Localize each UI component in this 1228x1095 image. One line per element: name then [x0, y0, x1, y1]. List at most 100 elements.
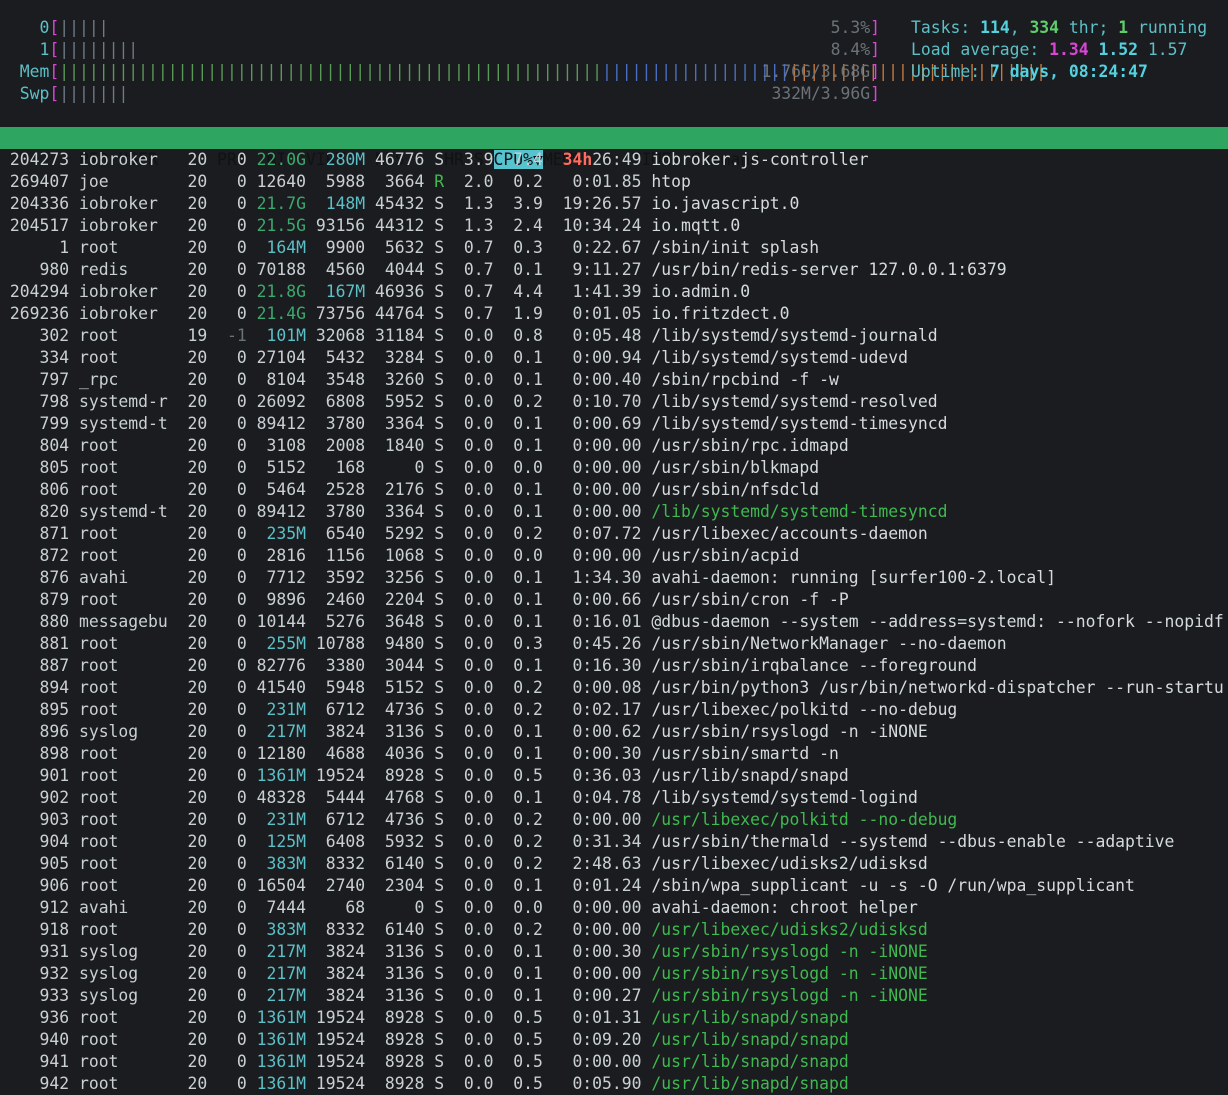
- process-row[interactable]: 894 root 20 0 41540 5948 5152 S 0.0 0.2 …: [0, 677, 1228, 699]
- virt: 255M: [256, 634, 316, 653]
- res: 32068: [315, 326, 376, 345]
- state: S: [434, 282, 455, 301]
- process-row[interactable]: 887 root 20 0 82776 3380 3044 S 0.0 0.1 …: [0, 655, 1228, 677]
- pid: 880: [0, 612, 79, 631]
- process-row[interactable]: 204273 iobroker 20 0 22.0G 280M 46776 S …: [0, 149, 1228, 171]
- priority: 20: [177, 832, 218, 851]
- priority: 20: [177, 590, 218, 609]
- virt: 21.8G: [256, 282, 316, 301]
- pid: 887: [0, 656, 79, 675]
- process-row[interactable]: 880 messagebu 20 0 10144 5276 3648 S 0.0…: [0, 611, 1228, 633]
- shr: 6140: [375, 920, 435, 939]
- state: S: [434, 810, 455, 829]
- pid: 871: [0, 524, 79, 543]
- nice: 0: [217, 634, 257, 653]
- process-row[interactable]: 876 avahi 20 0 7712 3592 3256 S 0.0 0.1 …: [0, 567, 1228, 589]
- process-row[interactable]: 799 systemd-t 20 0 89412 3780 3364 S 0.0…: [0, 413, 1228, 435]
- process-row[interactable]: 204517 iobroker 20 0 21.5G 93156 44312 S…: [0, 215, 1228, 237]
- process-row[interactable]: 1 root 20 0 164M 9900 5632 S 0.7 0.3 0:2…: [0, 237, 1228, 259]
- process-row[interactable]: 903 root 20 0 231M 6712 4736 S 0.0 0.2 0…: [0, 809, 1228, 831]
- time: 0:16.01: [552, 612, 652, 631]
- shr: 31184: [375, 326, 435, 345]
- state: S: [434, 634, 455, 653]
- command: /usr/bin/python3 /usr/bin/networkd-dispa…: [651, 678, 1224, 697]
- process-row[interactable]: 806 root 20 0 5464 2528 2176 S 0.0 0.1 0…: [0, 479, 1228, 501]
- mem-percent: 0.0: [503, 546, 553, 565]
- time: 0:00.00: [552, 480, 652, 499]
- command: /usr/sbin/rpc.idmapd: [651, 436, 849, 455]
- process-row[interactable]: 905 root 20 0 383M 8332 6140 S 0.0 0.2 2…: [0, 853, 1228, 875]
- time: 0:16.30: [552, 656, 652, 675]
- process-row[interactable]: 901 root 20 0 1361M 19524 8928 S 0.0 0.5…: [0, 765, 1228, 787]
- nice: -1: [217, 326, 257, 345]
- command: /usr/sbin/irqbalance --foreground: [651, 656, 978, 675]
- process-row[interactable]: 936 root 20 0 1361M 19524 8928 S 0.0 0.5…: [0, 1007, 1228, 1029]
- process-row[interactable]: 871 root 20 0 235M 6540 5292 S 0.0 0.2 0…: [0, 523, 1228, 545]
- cpu-percent: 0.7: [454, 238, 504, 257]
- mem-percent: 0.1: [503, 502, 553, 521]
- process-row[interactable]: 881 root 20 0 255M 10788 9480 S 0.0 0.3 …: [0, 633, 1228, 655]
- virt: 217M: [256, 942, 316, 961]
- shr: 4736: [375, 810, 435, 829]
- mem-percent: 0.1: [503, 612, 553, 631]
- process-row[interactable]: 797 _rpc 20 0 8104 3548 3260 S 0.0 0.1 0…: [0, 369, 1228, 391]
- shr: 8928: [375, 1074, 435, 1093]
- state: S: [434, 876, 455, 895]
- process-row[interactable]: 904 root 20 0 125M 6408 5932 S 0.0 0.2 0…: [0, 831, 1228, 853]
- process-row[interactable]: 898 root 20 0 12180 4688 4036 S 0.0 0.1 …: [0, 743, 1228, 765]
- shr: 3136: [375, 964, 435, 983]
- state: S: [434, 194, 455, 213]
- pid: 269236: [0, 304, 79, 323]
- process-row[interactable]: 798 systemd-r 20 0 26092 6808 5952 S 0.0…: [0, 391, 1228, 413]
- process-row[interactable]: 933 syslog 20 0 217M 3824 3136 S 0.0 0.1…: [0, 985, 1228, 1007]
- process-row[interactable]: 804 root 20 0 3108 2008 1840 S 0.0 0.1 0…: [0, 435, 1228, 457]
- state: S: [434, 964, 455, 983]
- cpu-percent: 0.0: [454, 876, 504, 895]
- process-row[interactable]: 902 root 20 0 48328 5444 4768 S 0.0 0.1 …: [0, 787, 1228, 809]
- process-row[interactable]: 932 syslog 20 0 217M 3824 3136 S 0.0 0.1…: [0, 963, 1228, 985]
- command: htop: [651, 172, 691, 191]
- process-row[interactable]: 906 root 20 0 16504 2740 2304 S 0.0 0.1 …: [0, 875, 1228, 897]
- virt: 3108: [256, 436, 316, 455]
- process-row[interactable]: 912 avahi 20 0 7444 68 0 S 0.0 0.0 0:00.…: [0, 897, 1228, 919]
- process-row[interactable]: 805 root 20 0 5152 168 0 S 0.0 0.0 0:00.…: [0, 457, 1228, 479]
- load-line: Load average: 1.34 1.52 1.57: [911, 39, 1187, 61]
- process-row[interactable]: 269236 iobroker 20 0 21.4G 73756 44764 S…: [0, 303, 1228, 325]
- time: 0:05.90: [552, 1074, 652, 1093]
- pid: 881: [0, 634, 79, 653]
- cpu-percent: 0.0: [454, 546, 504, 565]
- process-row[interactable]: 820 systemd-t 20 0 89412 3780 3364 S 0.0…: [0, 501, 1228, 523]
- process-row[interactable]: 334 root 20 0 27104 5432 3284 S 0.0 0.1 …: [0, 347, 1228, 369]
- command: io.admin.0: [651, 282, 751, 301]
- priority: 20: [177, 722, 218, 741]
- user: joe: [78, 172, 178, 191]
- process-row[interactable]: 942 root 20 0 1361M 19524 8928 S 0.0 0.5…: [0, 1073, 1228, 1095]
- process-row[interactable]: 269407 joe 20 0 12640 5988 3664 R 2.0 0.…: [0, 171, 1228, 193]
- state: S: [434, 216, 455, 235]
- process-row[interactable]: 872 root 20 0 2816 1156 1068 S 0.0 0.0 0…: [0, 545, 1228, 567]
- process-row[interactable]: 940 root 20 0 1361M 19524 8928 S 0.0 0.5…: [0, 1029, 1228, 1051]
- process-row[interactable]: 302 root 19 -1 101M 32068 31184 S 0.0 0.…: [0, 325, 1228, 347]
- process-row[interactable]: 895 root 20 0 231M 6712 4736 S 0.0 0.2 0…: [0, 699, 1228, 721]
- mem-percent: 0.1: [503, 788, 553, 807]
- process-row[interactable]: 931 syslog 20 0 217M 3824 3136 S 0.0 0.1…: [0, 941, 1228, 963]
- process-row[interactable]: 879 root 20 0 9896 2460 2204 S 0.0 0.1 0…: [0, 589, 1228, 611]
- process-row[interactable]: 204336 iobroker 20 0 21.7G 148M 45432 S …: [0, 193, 1228, 215]
- res: 6408: [315, 832, 376, 851]
- process-row[interactable]: 918 root 20 0 383M 8332 6140 S 0.0 0.2 0…: [0, 919, 1228, 941]
- process-list[interactable]: 204273 iobroker 20 0 22.0G 280M 46776 S …: [0, 149, 1228, 1095]
- user: iobroker: [78, 150, 178, 169]
- res: 5276: [315, 612, 376, 631]
- nice: 0: [217, 986, 257, 1005]
- process-row[interactable]: 204294 iobroker 20 0 21.8G 167M 46936 S …: [0, 281, 1228, 303]
- load-label: Load average:: [911, 40, 1050, 59]
- process-row[interactable]: 980 redis 20 0 70188 4560 4044 S 0.7 0.1…: [0, 259, 1228, 281]
- process-row[interactable]: 941 root 20 0 1361M 19524 8928 S 0.0 0.5…: [0, 1051, 1228, 1073]
- cpu-percent: 0.0: [454, 1030, 504, 1049]
- command: /usr/sbin/NetworkManager --no-daemon: [651, 634, 1007, 653]
- virt: 9896: [256, 590, 316, 609]
- process-row[interactable]: 896 syslog 20 0 217M 3824 3136 S 0.0 0.1…: [0, 721, 1228, 743]
- time: 1:41.39: [552, 282, 652, 301]
- priority: 20: [177, 678, 218, 697]
- user: iobroker: [78, 282, 178, 301]
